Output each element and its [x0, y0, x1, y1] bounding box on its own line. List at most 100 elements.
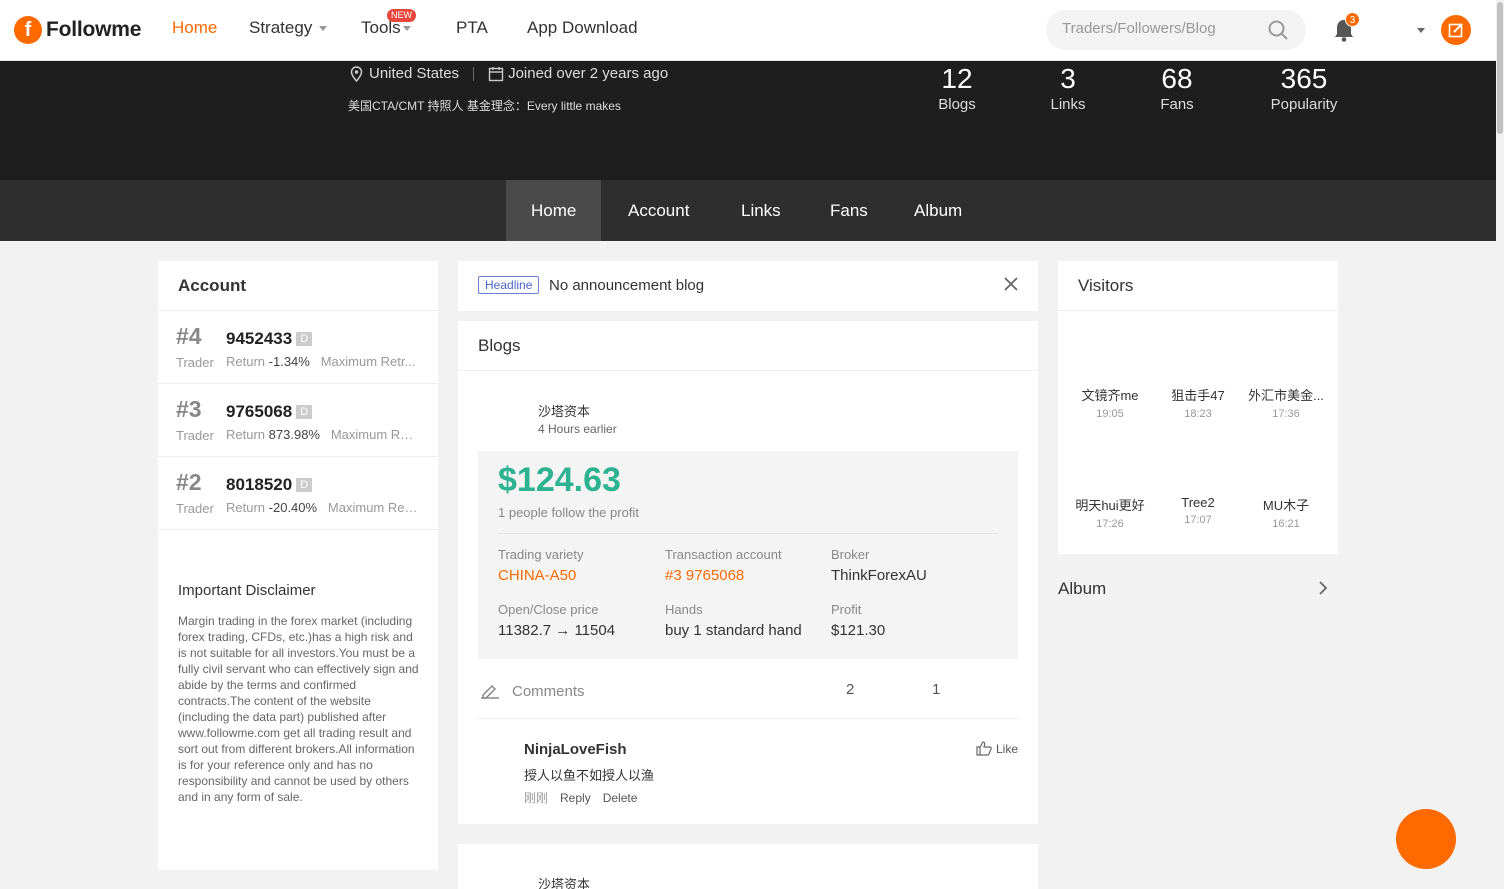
profile-banner: United States Joined over 2 years ago 美国…	[0, 61, 1496, 180]
visitor-item[interactable]: 外汇市美金... 17:36	[1242, 385, 1330, 420]
max-retracement-label: Maximum Re...	[330, 427, 418, 442]
comments-label[interactable]: Comments	[512, 683, 585, 700]
account-stats: Return -1.34% Maximum Retr...	[226, 354, 418, 369]
stat-blogs[interactable]: 12 Blogs	[932, 61, 982, 113]
field-value: 11382.7 → 11504	[498, 622, 616, 639]
stat-links-label: Links	[1050, 96, 1086, 113]
account-card: Account #4 9452433 D Trader Return -1.34%…	[158, 261, 438, 870]
account-row[interactable]: #2 8018520 D Trader Return -20.40% Maximu…	[158, 457, 438, 530]
reply-button[interactable]: Reply	[560, 791, 591, 805]
write-post-button[interactable]	[1441, 15, 1471, 45]
field-value[interactable]: #3 9765068	[665, 567, 782, 584]
headline-text: No announcement blog	[549, 277, 705, 294]
disclaimer-title: Important Disclaimer	[178, 582, 316, 599]
like-label: Like	[996, 741, 1019, 756]
visitor-item[interactable]: 文镜齐me 19:05	[1066, 385, 1154, 420]
visitor-time: 17:26	[1096, 518, 1124, 530]
profit-followers: 1 people follow the profit	[498, 505, 639, 520]
profile-meta: United States Joined over 2 years ago	[350, 65, 668, 82]
comment-actions: 刚刚 Reply Delete	[524, 789, 649, 806]
tab-album[interactable]: Album	[914, 180, 962, 241]
visitor-item[interactable]: 明天hui更好 17:26	[1066, 495, 1154, 530]
tab-home[interactable]: Home	[506, 180, 602, 241]
album-link[interactable]: Album	[1058, 577, 1338, 601]
account-row[interactable]: #4 9452433 D Trader Return -1.34% Maximum…	[158, 311, 438, 384]
return-value: -20.40%	[268, 500, 318, 515]
account-title: Account	[158, 261, 438, 311]
nav-app-download[interactable]: App Download	[527, 18, 638, 38]
meta-divider	[473, 66, 475, 81]
visitor-item[interactable]: Tree2 17:07	[1154, 495, 1242, 526]
field-trading-variety: Trading variety CHINA-A50	[498, 547, 584, 584]
close-icon[interactable]	[1004, 277, 1018, 291]
account-stats: Return -20.40% Maximum Ret...	[226, 500, 418, 515]
field-value: $121.30	[831, 622, 886, 639]
account-id: 9452433 D	[226, 329, 313, 349]
max-retracement-label: Maximum Ret...	[327, 500, 418, 515]
account-row[interactable]: #3 9765068 D Trader Return 873.98% Maximu…	[158, 384, 438, 457]
like-count[interactable]: 1	[932, 681, 940, 698]
visitor-time: 18:23	[1184, 408, 1212, 420]
blog-post-card: 沙塔资本	[458, 844, 1038, 889]
calendar-icon	[488, 66, 504, 81]
nav-strategy[interactable]: Strategy	[249, 18, 328, 38]
account-role: Trader	[176, 501, 214, 516]
field-key: Hands	[665, 602, 703, 617]
max-retracement-label: Maximum Retr...	[320, 354, 416, 369]
visitor-name: 外汇市美金...	[1248, 388, 1324, 403]
stat-fans[interactable]: 68 Fans	[1155, 61, 1199, 113]
account-role: Trader	[176, 355, 214, 370]
field-value[interactable]: CHINA-A50	[498, 567, 584, 584]
tab-fans[interactable]: Fans	[830, 180, 868, 241]
visitor-name: 明天hui更好	[1075, 498, 1145, 513]
search-box	[1046, 10, 1306, 50]
stat-links-count: 3	[1060, 63, 1076, 94]
visitor-time: 19:05	[1096, 408, 1124, 420]
followme-logo-icon: f	[14, 16, 42, 44]
nav-pta[interactable]: PTA	[456, 18, 488, 38]
post-author[interactable]: 沙塔资本	[538, 874, 590, 889]
brand-name: Followme	[46, 18, 142, 41]
nav-tools[interactable]: Tools NEW	[361, 9, 416, 38]
post-author[interactable]: 沙塔资本	[538, 401, 590, 420]
chevron-down-icon	[402, 26, 411, 32]
comment-time: 刚刚	[524, 791, 549, 805]
return-label: Return	[226, 354, 266, 369]
return-value: 873.98%	[268, 427, 320, 442]
nav-home[interactable]: Home	[172, 18, 217, 38]
floating-action-button[interactable]	[1396, 809, 1456, 869]
comment-count[interactable]: 2	[846, 681, 854, 698]
field-value: buy 1 standard hand	[665, 622, 802, 639]
nav-strategy-label: Strategy	[249, 18, 313, 37]
visitor-name: MU木子	[1262, 498, 1310, 513]
like-button[interactable]: Like	[976, 741, 1018, 756]
search-input[interactable]	[1062, 20, 1262, 37]
tab-links[interactable]: Links	[741, 180, 781, 241]
account-id-number: 9452433	[226, 329, 293, 348]
edit-comment-icon[interactable]	[480, 681, 500, 699]
followme-logo[interactable]: f Followme	[14, 14, 141, 46]
tab-account[interactable]: Account	[628, 180, 689, 241]
edit-icon	[1448, 23, 1463, 38]
comment-author[interactable]: NinjaLoveFish	[524, 741, 627, 758]
account-type-badge: D	[296, 332, 313, 346]
stat-blogs-label: Blogs	[938, 96, 976, 113]
account-id-number: 8018520	[226, 475, 293, 494]
return-label: Return	[226, 427, 266, 442]
profile-tabs: Home Account Links Fans Album	[0, 180, 1496, 241]
search-icon[interactable]	[1268, 20, 1288, 40]
stat-links[interactable]: 3 Links	[1046, 61, 1090, 113]
stat-popularity: 365 Popularity	[1266, 61, 1342, 113]
trade-profit-box[interactable]: $124.63 1 people follow the profit Tradi…	[478, 451, 1018, 659]
field-hands: Hands buy 1 standard hand	[665, 602, 802, 639]
scrollbar-thumb[interactable]	[1497, 2, 1503, 134]
disclaimer-body: Margin trading in the forex market (incl…	[178, 614, 419, 804]
field-open-close-price: Open/Close price 11382.7 → 11504	[498, 602, 615, 639]
page-scrollbar[interactable]	[1496, 0, 1504, 889]
account-rank: #2	[176, 469, 202, 495]
user-menu-chevron-icon[interactable]	[1417, 28, 1425, 33]
delete-button[interactable]: Delete	[603, 791, 638, 805]
blogs-title: Blogs	[458, 321, 1038, 371]
visitor-item[interactable]: 狙击手47 18:23	[1154, 385, 1242, 420]
visitor-item[interactable]: MU木子 16:21	[1242, 495, 1330, 530]
